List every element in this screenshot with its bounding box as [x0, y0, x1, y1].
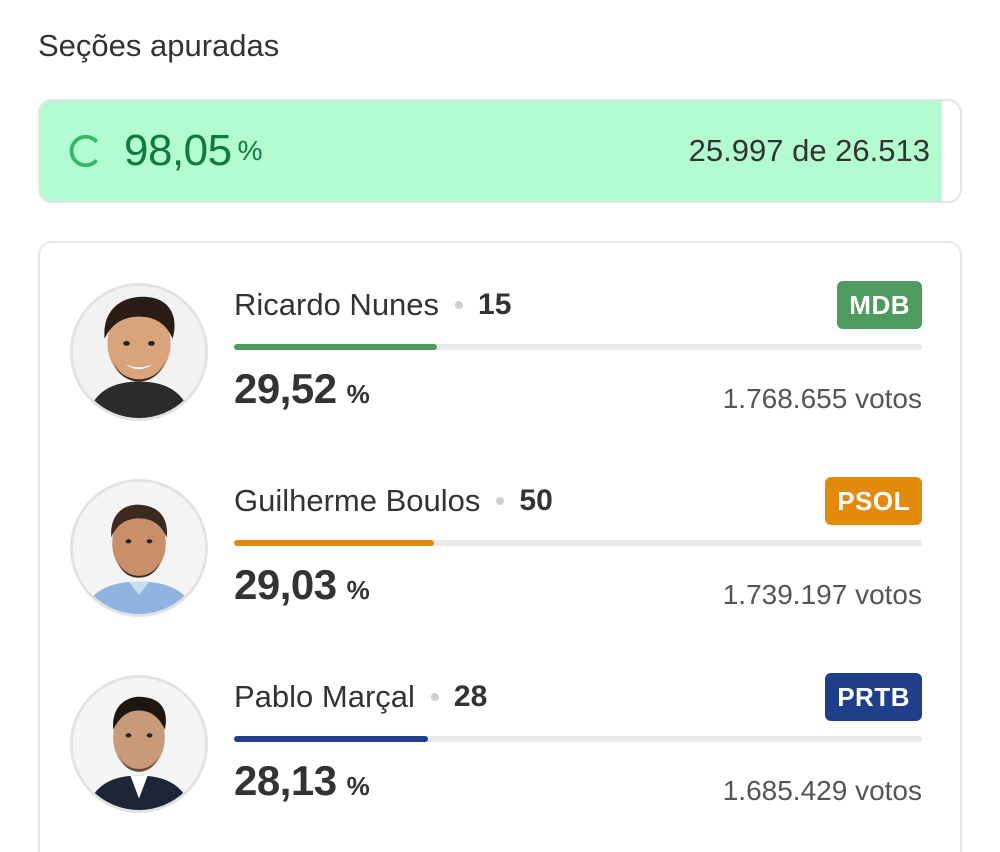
candidate-percent-sign: %	[346, 575, 370, 605]
apuracao-percent: 98,05	[124, 126, 232, 175]
candidate-photo	[70, 283, 208, 421]
loading-spinner-icon	[66, 132, 104, 170]
results-card: Ricardo Nunes 15 MDB 29,52 % 1.768.655 v…	[38, 241, 962, 852]
apuracao-progress-card: 98,05 % 25.997 de 26.513	[38, 99, 962, 203]
apuracao-percent-sign: %	[237, 135, 263, 166]
candidate-name: Guilherme Boulos	[234, 483, 481, 518]
party-badge: PSOL	[825, 477, 922, 525]
candidate-number: 28	[453, 680, 488, 713]
party-badge: MDB	[837, 281, 922, 329]
candidate-number: 50	[519, 484, 553, 517]
vote-bar-fill	[234, 736, 428, 742]
vote-bar-fill	[234, 344, 438, 350]
apuracao-sections-count: 25.997 de 26.513	[688, 133, 930, 168]
candidate-name: Ricardo Nunes	[234, 287, 440, 322]
separator-dot-icon	[430, 693, 439, 701]
candidate-percent-sign: %	[346, 771, 370, 801]
candidate-row[interactable]: Pablo Marçal 28 PRTB 28,13 % 1.685.429 v…	[40, 673, 960, 835]
candidate-votes: 1.768.655 votos	[722, 383, 922, 414]
candidate-percent: 29,03	[234, 561, 337, 608]
separator-dot-icon	[455, 301, 464, 309]
candidate-photo	[70, 675, 208, 813]
candidate-percent: 29,52	[234, 365, 337, 412]
section-title: Seções apuradas	[38, 28, 280, 63]
candidate-votes: 1.685.429 votos	[722, 775, 922, 806]
candidate-votes: 1.739.197 votos	[722, 579, 922, 610]
candidate-row[interactable]: Ricardo Nunes 15 MDB 29,52 % 1.768.655 v…	[40, 281, 960, 443]
vote-bar-track	[234, 736, 922, 742]
party-badge: PRTB	[825, 673, 922, 721]
vote-bar-track	[234, 540, 922, 546]
candidate-name: Pablo Marçal	[234, 679, 415, 714]
candidate-percent: 28,13	[234, 757, 337, 804]
candidate-row[interactable]: Guilherme Boulos 50 PSOL 29,03 % 1.739.1…	[40, 477, 960, 639]
candidate-photo	[70, 479, 208, 617]
candidate-percent-sign: %	[346, 379, 370, 409]
candidate-number: 15	[478, 288, 512, 321]
vote-bar-track	[234, 344, 922, 350]
vote-bar-fill	[234, 540, 434, 546]
separator-dot-icon	[496, 497, 505, 505]
